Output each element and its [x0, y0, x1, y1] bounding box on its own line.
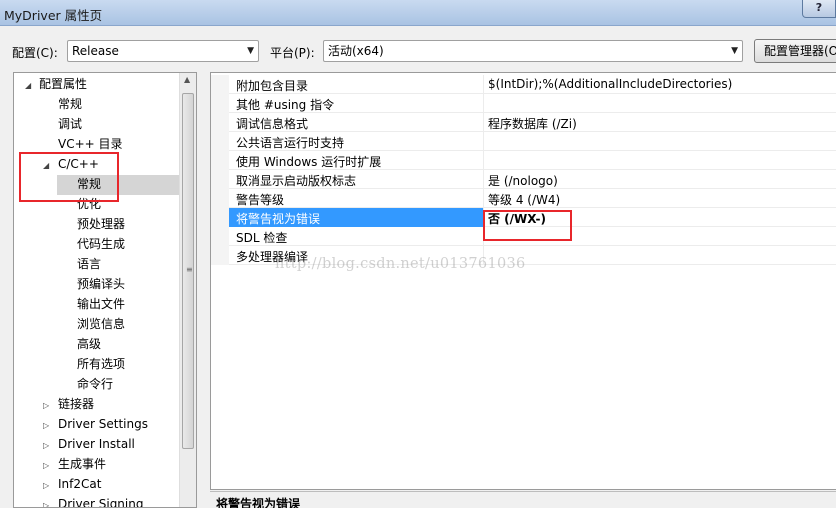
collapsed-triangle-icon: ▷	[43, 481, 50, 490]
property-name: 附加包含目录	[236, 79, 309, 93]
property-row[interactable]: 取消显示启动版权标志 是 (/nologo)	[211, 170, 836, 189]
category-tree: ◢ 配置属性 常规 调试 VC++ 目录 ◢ C/C++ 常规 优化 预处理器 …	[13, 72, 197, 508]
platform-value: 活动(x64)	[328, 44, 384, 58]
tree-item-language[interactable]: 语言	[77, 255, 101, 274]
property-grid: 附加包含目录 $(IntDir);%(AdditionalIncludeDire…	[210, 72, 836, 490]
property-value[interactable]: 是 (/nologo)	[488, 172, 558, 189]
property-row[interactable]: 调试信息格式 程序数据库 (/Zi)	[211, 113, 836, 132]
config-manager-button[interactable]: 配置管理器(O	[754, 39, 836, 63]
collapsed-triangle-icon: ▷	[43, 461, 50, 470]
scrollbar-thumb[interactable]: ≡	[182, 93, 194, 449]
property-name: 其他 #using 指令	[236, 98, 335, 112]
property-row[interactable]: 其他 #using 指令	[211, 94, 836, 113]
tree-item-config-properties[interactable]: ◢ 配置属性	[25, 75, 185, 94]
tree-item-precompiled-headers[interactable]: 预编译头	[77, 275, 125, 294]
config-label: 配置(C):	[12, 46, 58, 60]
property-row[interactable]: 警告等级 等级 4 (/W4)	[211, 189, 836, 208]
property-value[interactable]: 程序数据库 (/Zi)	[488, 115, 577, 132]
tree-item-driver-install[interactable]: ▷ Driver Install	[43, 435, 183, 454]
title-bar: MyDriver 属性页 ?	[0, 0, 836, 26]
property-name: 调试信息格式	[236, 117, 309, 131]
tree-item-driver-settings[interactable]: ▷ Driver Settings	[43, 415, 183, 434]
collapsed-triangle-icon: ▷	[43, 421, 50, 430]
tree-item-debugging[interactable]: 调试	[58, 115, 82, 134]
tree-item-general[interactable]: 常规	[58, 95, 82, 114]
tree-item-code-generation[interactable]: 代码生成	[77, 235, 125, 254]
tree-scrollbar[interactable]: ▲ ≡	[179, 73, 196, 507]
platform-label: 平台(P):	[270, 46, 315, 60]
property-value[interactable]: 等级 4 (/W4)	[488, 191, 560, 208]
property-name: 取消显示启动版权标志	[236, 174, 357, 188]
property-name: 使用 Windows 运行时扩展	[236, 155, 382, 169]
tree-item-advanced[interactable]: 高级	[77, 335, 101, 354]
tree-item-output-files[interactable]: 输出文件	[77, 295, 125, 314]
watermark-text: http://blog.csdn.net/u013761036	[275, 256, 526, 272]
property-row[interactable]: 附加包含目录 $(IntDir);%(AdditionalIncludeDire…	[211, 75, 836, 94]
collapsed-triangle-icon: ▷	[43, 501, 50, 508]
property-row[interactable]: 使用 Windows 运行时扩展	[211, 151, 836, 170]
window-title: MyDriver 属性页	[4, 8, 103, 23]
chevron-down-icon: ▼	[731, 46, 738, 56]
tree-item-inf2cat[interactable]: ▷ Inf2Cat	[43, 475, 183, 494]
property-name: 警告等级	[236, 193, 285, 207]
tree-item-build-events[interactable]: ▷ 生成事件	[43, 455, 183, 474]
help-button[interactable]: ?	[802, 0, 836, 18]
config-toolbar: 配置(C): Release ▼ 平台(P): 活动(x64) ▼ 配置管理器(…	[0, 27, 836, 73]
grip-icon: ≡	[186, 265, 193, 274]
property-name: 将警告视为错误	[236, 212, 321, 226]
platform-dropdown[interactable]: 活动(x64) ▼	[323, 40, 743, 62]
scroll-up-arrow-icon[interactable]: ▲	[184, 75, 190, 84]
tree-item-driver-signing[interactable]: ▷ Driver Signing	[43, 495, 183, 508]
property-name: 公共语言运行时支持	[236, 136, 345, 150]
config-dropdown[interactable]: Release ▼	[67, 40, 259, 62]
collapsed-triangle-icon: ▷	[43, 441, 50, 450]
annotation-box-wx-value	[483, 210, 572, 241]
annotation-box-cpp-general	[19, 152, 119, 202]
tree-item-browse-info[interactable]: 浏览信息	[77, 315, 125, 334]
property-row[interactable]: 公共语言运行时支持	[211, 132, 836, 151]
tree-item-command-line[interactable]: 命令行	[77, 375, 113, 394]
property-value[interactable]: $(IntDir);%(AdditionalIncludeDirectories…	[488, 77, 732, 91]
description-title: 将警告视为错误	[216, 497, 301, 508]
tree-item-all-options[interactable]: 所有选项	[77, 355, 125, 374]
tree-item-linker[interactable]: ▷ 链接器	[43, 395, 183, 414]
tree-item-preprocessor[interactable]: 预处理器	[77, 215, 125, 234]
config-value: Release	[72, 44, 119, 58]
expanded-triangle-icon: ◢	[25, 81, 32, 90]
description-pane: 将警告视为错误	[210, 491, 836, 508]
property-name: SDL 检查	[236, 231, 288, 245]
collapsed-triangle-icon: ▷	[43, 401, 50, 410]
chevron-down-icon: ▼	[247, 46, 254, 56]
